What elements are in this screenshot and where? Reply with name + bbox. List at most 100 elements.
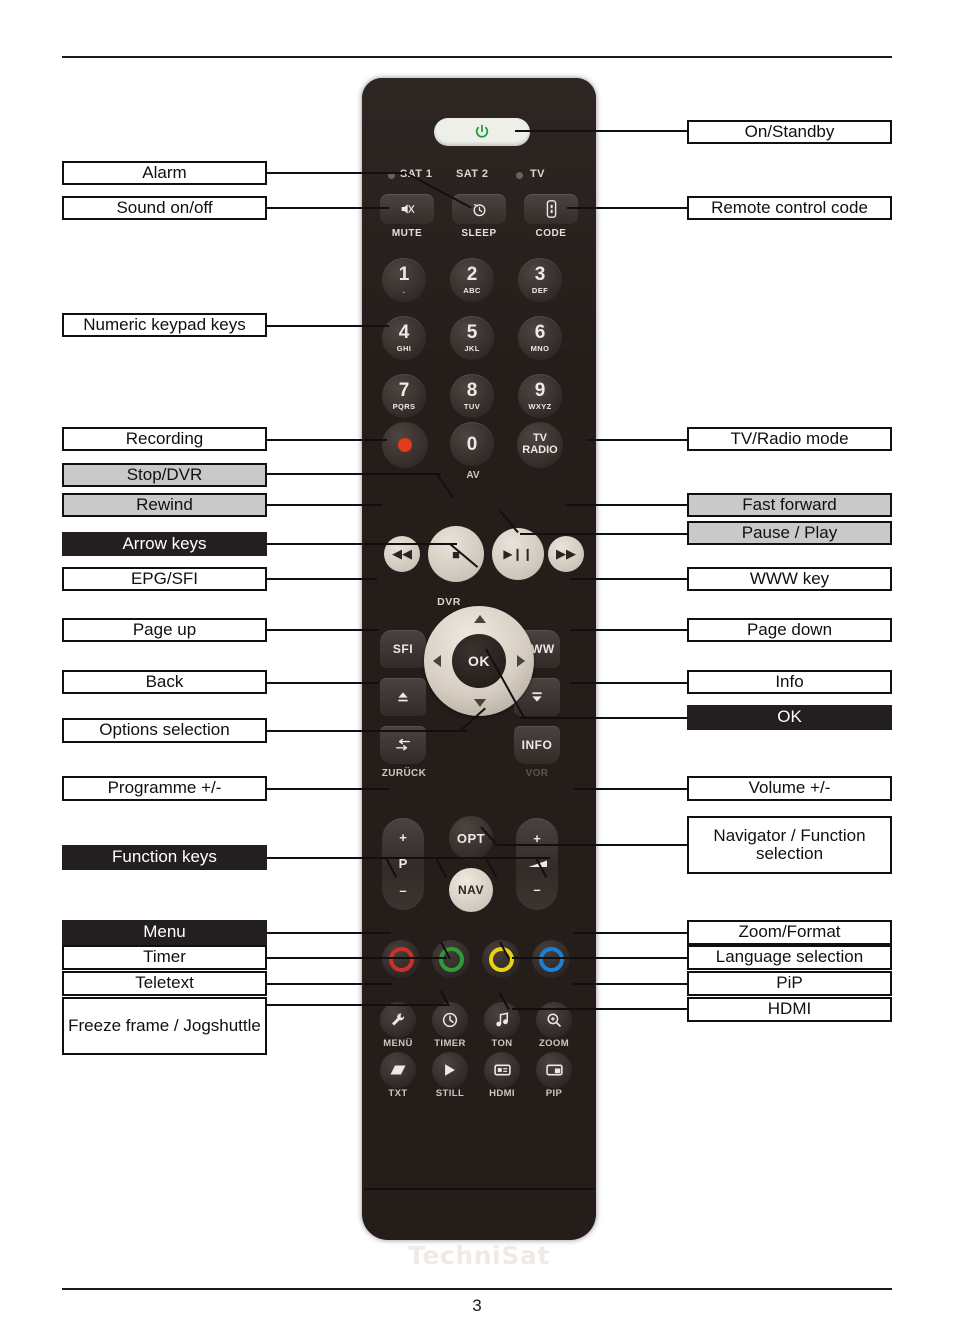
power-button[interactable] (434, 118, 530, 146)
arrow-left-icon[interactable] (433, 655, 441, 667)
ok-button[interactable]: OK (452, 634, 506, 688)
mute-button[interactable] (380, 194, 434, 224)
leader-pause-play (520, 533, 687, 535)
volume-minus: – (533, 881, 541, 897)
leader-info (570, 682, 687, 684)
green-ring-icon (438, 946, 464, 972)
mode-label-sat2: SAT 2 (456, 168, 489, 180)
info-button[interactable]: INFO (514, 726, 560, 764)
rewind-button[interactable]: ◀◀ (384, 536, 420, 572)
wrench-icon (392, 1013, 405, 1026)
leader-function-keys (267, 857, 550, 859)
label-arrow-keys: Arrow keys (62, 532, 267, 556)
fast-forward-button[interactable]: ▶▶ (548, 536, 584, 572)
record-dot-icon (398, 438, 412, 452)
label-programme-plus-minus: Programme +/- (62, 776, 267, 801)
leader-recording (267, 439, 387, 441)
arrow-right-icon[interactable] (517, 655, 525, 667)
leader-menu (267, 932, 391, 934)
label-ok: OK (687, 705, 892, 730)
back-caption: ZURÜCK (381, 768, 427, 779)
label-on-standby: On/Standby (687, 120, 892, 144)
key-subtext: MNO (530, 344, 550, 353)
label-sound-on-off: Sound on/off (62, 196, 267, 220)
leader-back (267, 682, 379, 684)
key-digit: 5 (466, 322, 478, 343)
key-subtext: ABC (463, 286, 481, 295)
numeric-key-1[interactable]: 1 . (382, 258, 426, 302)
tv-radio-line2: RADIO (522, 444, 558, 456)
key-digit: 6 (534, 322, 546, 343)
pip-caption: PIP (545, 1088, 563, 1099)
leader-hdmi (512, 1008, 687, 1010)
numeric-key-6[interactable]: 6 MNO (518, 316, 562, 360)
numeric-key-8[interactable]: 8 TUV (450, 374, 494, 418)
record-button[interactable] (382, 422, 428, 468)
sleep-button[interactable] (452, 194, 506, 224)
tv-radio-line1: TV (532, 432, 548, 445)
leader-options-selection (267, 730, 467, 732)
leader-numeric-keypad (267, 325, 389, 327)
timer-button[interactable] (432, 1002, 468, 1038)
tv-radio-button[interactable]: TV RADIO (517, 422, 563, 468)
leader-page-up (267, 629, 379, 631)
leader-fast-forward (565, 504, 687, 506)
page-up-button[interactable] (380, 678, 426, 716)
numeric-key-0[interactable]: 0 (450, 422, 494, 466)
numeric-key-4[interactable]: 4 GHI (382, 316, 426, 360)
magnifier-plus-icon (547, 1013, 561, 1027)
programme-plus: + (399, 829, 407, 845)
leader-freeze-frame (267, 1004, 447, 1006)
sleep-clock-icon (473, 203, 485, 216)
teletext-button[interactable] (380, 1052, 416, 1088)
function-key-green[interactable] (432, 940, 470, 978)
fast-forward-icon: ▶▶ (556, 546, 576, 561)
stop-dvr-button[interactable]: ■ (428, 526, 484, 582)
numeric-key-9[interactable]: 9 WXYZ (518, 374, 562, 418)
sfi-button[interactable]: SFI (380, 630, 426, 668)
still-caption: STILL (435, 1088, 465, 1099)
nav-label: NAV (458, 883, 484, 897)
code-icon (546, 200, 556, 218)
leader-epg-sfi (267, 578, 377, 580)
arrow-down-icon[interactable] (474, 699, 486, 707)
hdmi-button[interactable] (484, 1052, 520, 1088)
sound-caption: TON (491, 1038, 513, 1049)
key-digit: 3 (534, 264, 546, 285)
navigator-button[interactable]: NAV (449, 868, 493, 912)
menu-button[interactable] (380, 1002, 416, 1038)
label-info: Info (687, 670, 892, 694)
key-digit: 8 (466, 380, 478, 401)
volume-rocker[interactable]: + – (516, 818, 558, 910)
leader-ok (520, 717, 687, 719)
numeric-key-2[interactable]: 2 ABC (450, 258, 494, 302)
still-button[interactable] (432, 1052, 468, 1088)
pip-button[interactable] (536, 1052, 572, 1088)
code-button[interactable] (524, 194, 578, 224)
brand-logo: TechniSat (408, 1241, 550, 1270)
function-key-blue[interactable] (532, 940, 570, 978)
key-digit: 4 (398, 322, 410, 343)
leader-volume (574, 788, 687, 790)
numeric-key-3[interactable]: 3 DEF (518, 258, 562, 302)
info-label: INFO (521, 738, 553, 752)
power-icon (475, 124, 489, 138)
hdmi-icon (493, 1064, 511, 1076)
forward-caption: VOR (525, 768, 549, 779)
mute-icon (401, 204, 415, 214)
leader-tv-radio (586, 439, 687, 441)
arrow-up-icon[interactable] (474, 615, 486, 623)
label-navigator-function-selection: Navigator / Function selection (687, 816, 892, 874)
function-key-red[interactable] (382, 940, 420, 978)
play-pause-button[interactable]: ▶❙❙ (492, 528, 544, 580)
label-freeze-frame-jogshuttle: Freeze frame / Jogshuttle (62, 997, 267, 1055)
options-button[interactable]: OPT (449, 816, 493, 860)
clock-icon (442, 1012, 458, 1028)
label-recording: Recording (62, 427, 267, 451)
navigation-pad[interactable]: OK (424, 606, 534, 716)
programme-minus: – (399, 883, 407, 899)
numeric-key-5[interactable]: 5 JKL (450, 316, 494, 360)
numeric-key-7[interactable]: 7 PQRS (382, 374, 426, 418)
label-numeric-keypad-keys: Numeric keypad keys (62, 313, 267, 337)
sfi-label: SFI (392, 642, 414, 656)
